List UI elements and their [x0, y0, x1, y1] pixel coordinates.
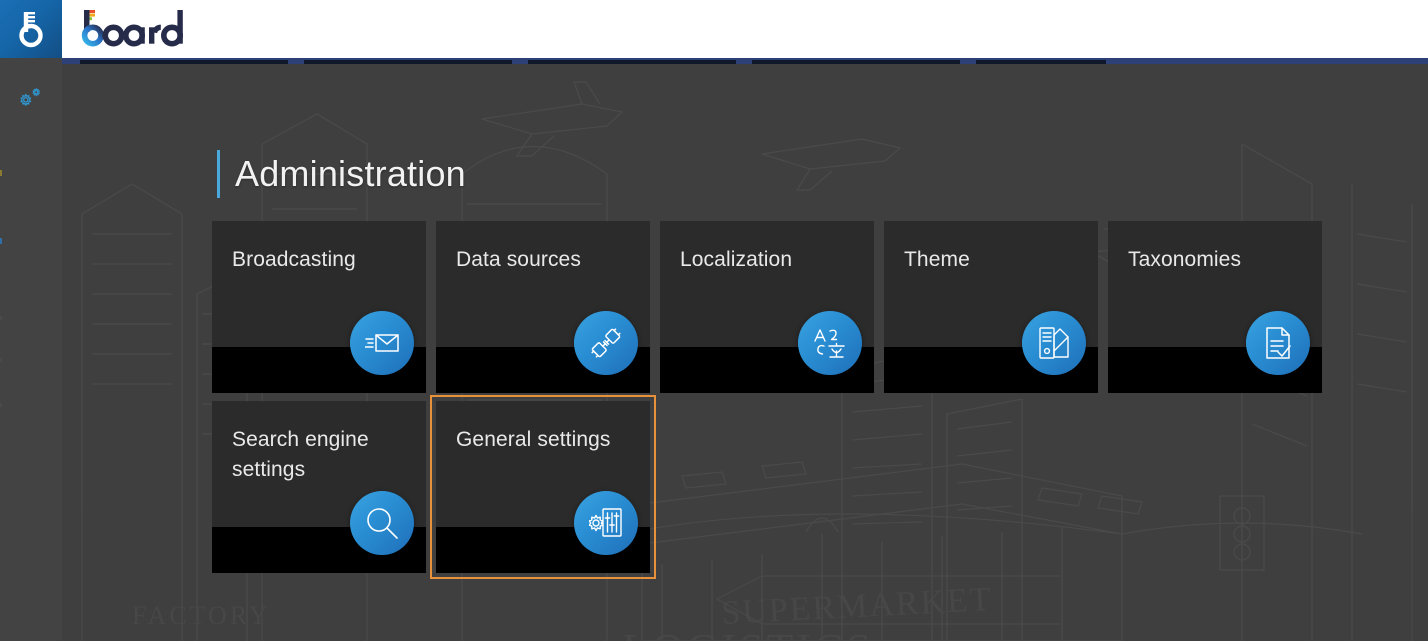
tile-localization[interactable]: Localization — [660, 221, 874, 393]
top-header — [0, 0, 1428, 58]
tile-label: General settings — [456, 425, 636, 455]
palette-document-icon — [1022, 311, 1086, 375]
main-content: SUPERMARKET FACTORY LOGISTICS Administra… — [62, 64, 1428, 641]
page-title-text: Administration — [235, 156, 466, 192]
board-logo-tile[interactable] — [0, 0, 62, 58]
tile-data-sources[interactable]: Data sources — [436, 221, 650, 393]
page-title: Administration — [217, 148, 466, 200]
translate-icon — [798, 311, 862, 375]
tile-label: Data sources — [456, 245, 636, 275]
tile-label: Search engine settings — [232, 425, 412, 485]
bg-word-factory: FACTORY — [132, 601, 271, 630]
band-segment — [80, 60, 288, 64]
header-accent-band — [62, 57, 1428, 64]
tile-broadcasting[interactable]: Broadcasting — [212, 221, 426, 393]
document-check-icon — [1246, 311, 1310, 375]
band-segment — [528, 60, 736, 64]
left-sidebar — [0, 58, 62, 641]
tile-theme[interactable]: Theme — [884, 221, 1098, 393]
band-segment — [752, 60, 960, 64]
tile-search-engine-settings[interactable]: Search engine settings — [212, 401, 426, 573]
band-segment — [976, 60, 1106, 64]
brand-logotype — [80, 0, 188, 58]
tile-general-settings[interactable]: General settings — [436, 401, 650, 573]
tile-taxonomies[interactable]: Taxonomies — [1108, 221, 1322, 393]
magnifier-icon — [350, 491, 414, 555]
sidebar-item-administration[interactable] — [0, 70, 62, 126]
sidebar-edge-markers — [0, 58, 2, 641]
band-segment — [304, 60, 512, 64]
tile-label: Theme — [904, 245, 1084, 275]
title-accent-bar — [217, 150, 220, 198]
board-wordmark-icon — [80, 8, 188, 50]
tile-label: Taxonomies — [1128, 245, 1308, 275]
envelope-send-icon — [350, 311, 414, 375]
board-b-logo-icon — [14, 10, 48, 48]
double-gear-icon — [18, 85, 44, 111]
tile-label: Localization — [680, 245, 860, 275]
gear-sliders-icon — [574, 491, 638, 555]
tile-label: Broadcasting — [232, 245, 412, 275]
plug-connector-icon — [574, 311, 638, 375]
bg-word-logistics: LOGISTICS — [622, 625, 874, 641]
application-window: SUPERMARKET FACTORY LOGISTICS Administra… — [0, 0, 1428, 641]
